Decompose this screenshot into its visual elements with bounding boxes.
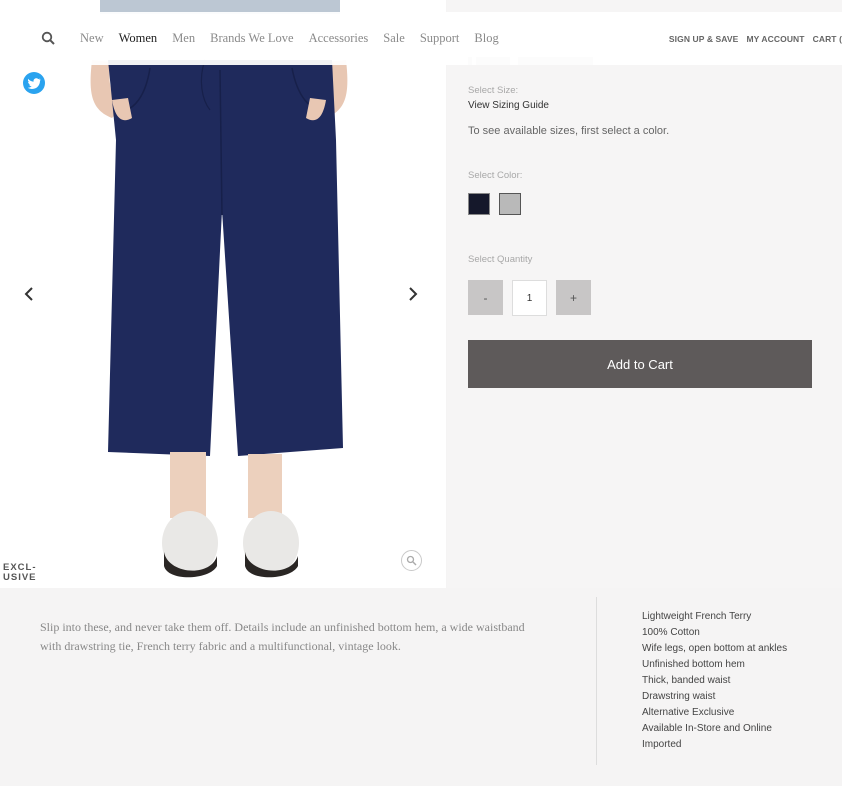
feature-item: Unfinished bottom hem	[642, 659, 745, 670]
nav-link-accessories[interactable]: Accessories	[309, 31, 369, 46]
nav-link-support[interactable]: Support	[420, 31, 460, 46]
feature-item: Imported	[642, 739, 682, 750]
add-to-cart-button[interactable]: Add to Cart	[468, 340, 812, 388]
account-links: SIGN UP & SAVE MY ACCOUNT CART (	[661, 12, 842, 65]
quantity-decrease-button[interactable]: -	[468, 280, 503, 315]
feature-item: Thick, banded waist	[642, 675, 731, 686]
search-icon[interactable]	[40, 30, 58, 48]
feature-item: Drawstring waist	[642, 691, 716, 702]
select-color-label: Select Color:	[468, 170, 523, 181]
sign-up-link[interactable]: SIGN UP & SAVE	[669, 34, 739, 44]
quantity-input[interactable]: 1	[512, 280, 547, 316]
size-note: To see available sizes, first select a c…	[468, 125, 670, 137]
feature-item: Available In-Store and Online	[642, 723, 772, 734]
product-photo[interactable]	[0, 0, 446, 588]
main-navigation: New Women Men Brands We Love Accessories…	[18, 12, 842, 65]
product-image-gallery: EXCL- USIVE	[0, 0, 446, 588]
nav-link-sale[interactable]: Sale	[383, 31, 405, 46]
color-swatch-navy[interactable]	[468, 193, 490, 215]
feature-item: Alternative Exclusive	[642, 707, 735, 718]
next-image-arrow-icon[interactable]	[406, 286, 420, 302]
feature-list: Lightweight French Terry 100% Cotton Wif…	[642, 609, 787, 753]
product-page: EXCL- USIVE New Women Men Brands We Love…	[0, 0, 842, 786]
nav-link-new[interactable]: New	[80, 31, 104, 46]
previous-image-arrow-icon[interactable]	[22, 286, 36, 302]
zoom-icon[interactable]	[401, 550, 422, 571]
feature-item: Wife legs, open bottom at ankles	[642, 643, 788, 654]
color-swatch-grey[interactable]	[499, 193, 521, 215]
nav-link-brands-we-love[interactable]: Brands We Love	[210, 31, 293, 46]
product-description: Slip into these, and never take them off…	[40, 620, 525, 653]
exclusive-badge: EXCL- USIVE	[3, 563, 37, 583]
nav-link-men[interactable]: Men	[172, 31, 195, 46]
details-divider	[596, 597, 597, 765]
select-quantity-label: Select Quantity	[468, 254, 533, 265]
exclusive-badge-text: EXCL- USIVE	[3, 562, 37, 583]
view-sizing-guide-link[interactable]: View Sizing Guide	[468, 100, 549, 111]
quantity-increase-button[interactable]: +	[556, 280, 591, 315]
feature-item: Lightweight French Terry	[642, 611, 752, 622]
select-size-label: Select Size:	[468, 85, 519, 96]
my-account-link[interactable]: MY ACCOUNT	[746, 34, 804, 44]
nav-links: New Women Men Brands We Love Accessories…	[80, 12, 514, 65]
twitter-share-icon[interactable]	[23, 72, 45, 94]
nav-link-women[interactable]: Women	[119, 31, 158, 46]
cart-link[interactable]: CART (	[813, 34, 842, 44]
nav-link-blog[interactable]: Blog	[474, 31, 498, 46]
feature-item: 100% Cotton	[642, 627, 700, 638]
